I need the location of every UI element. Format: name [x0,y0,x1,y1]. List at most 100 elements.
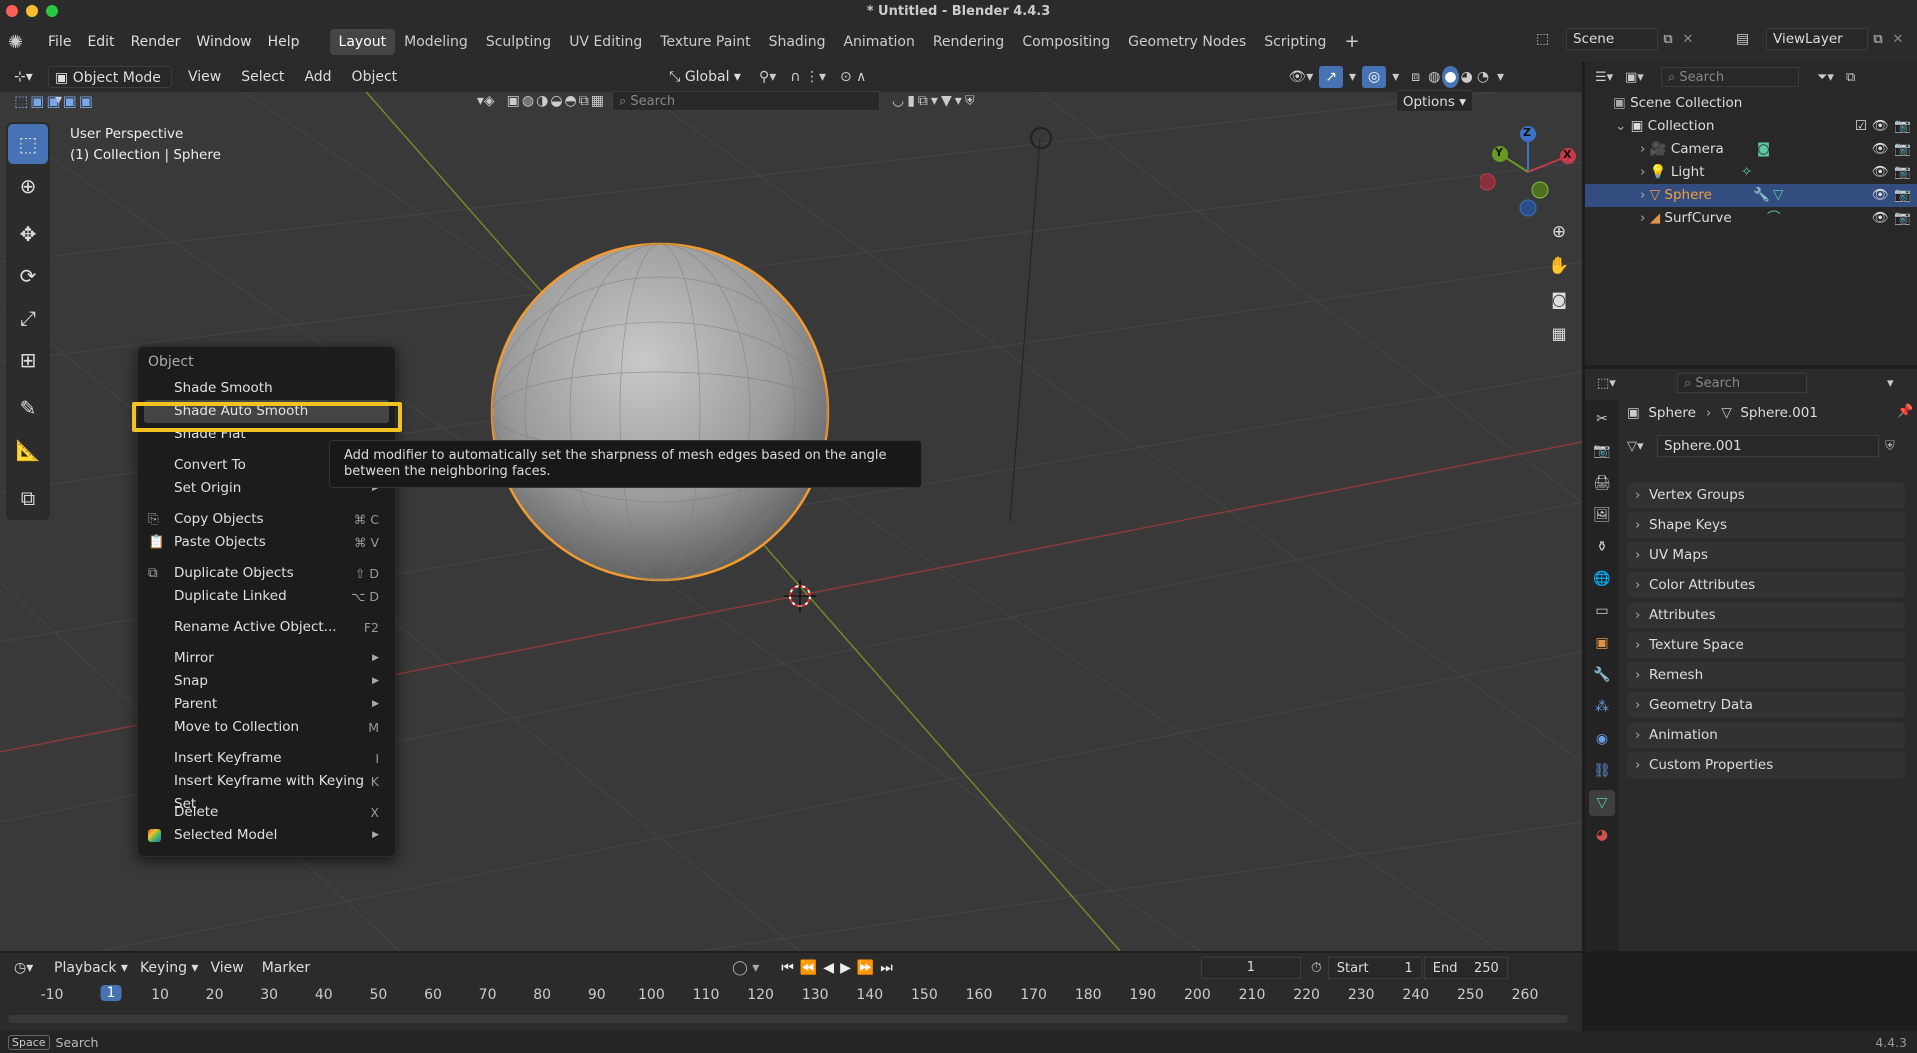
object-menu[interactable]: Object [346,66,404,88]
curve-data-icon[interactable]: ⌒ [1767,207,1781,230]
menu-item-insert-keyframe[interactable]: Insert Keyframe I [138,747,395,770]
tab-animation[interactable]: Animation [834,29,923,55]
panel-attributes[interactable]: Attributes [1627,602,1905,628]
outliner-row-camera[interactable]: › 🎥 Camera ◙ 👁 📷 [1585,138,1917,161]
menu-item-rename-active-object[interactable]: Rename Active Object... F2 [138,616,395,639]
menu-item-delete[interactable]: Delete X [138,801,395,824]
mesh-browse-icon[interactable]: ▽▾ [1627,439,1657,454]
visibility-eye-icon[interactable]: 👁 [1872,184,1889,207]
minimize-window-button[interactable] [26,5,38,17]
light-object[interactable] [1030,127,1052,149]
outliner-row-scene-collection[interactable]: ▣ Scene Collection [1585,92,1917,115]
menu-item-duplicate-linked[interactable]: Duplicate Linked ⌥ D [138,585,395,608]
scene-icon[interactable]: ⬚ [1536,31,1566,47]
move-tool-icon[interactable]: ✥ [8,214,48,254]
world-tab-icon[interactable]: 🌐 [1589,566,1615,592]
tab-rendering[interactable]: Rendering [924,29,1014,55]
menu-item-paste-objects[interactable]: 📋 Paste Objects ⌘ V [138,531,395,554]
expand-arrow-icon[interactable]: › [1640,164,1645,180]
tab-layout[interactable]: Layout [329,29,396,55]
selection-mode-icons[interactable]: ⬚▣▣▣▣ [8,90,101,112]
visibility-eye-icon[interactable]: 👁 [1872,115,1889,138]
fake-user-shield-icon[interactable]: ⛨ [1885,439,1895,454]
panel-shape-keys[interactable]: Shape Keys [1627,512,1905,538]
select-box-tool-icon[interactable]: ⬚ [8,124,48,164]
xray-icon[interactable]: ⧈ [1405,66,1426,88]
display-mode-icon[interactable]: ▣▾ [1625,70,1661,85]
gizmo-toggle-icon[interactable]: ↗ [1319,66,1343,88]
rotate-tool-icon[interactable]: ⟳ [8,256,48,296]
wireframe-shading-icon[interactable]: ◍ [1426,66,1442,88]
panel-custom-properties[interactable]: Custom Properties [1627,752,1905,778]
solid-shading-icon[interactable]: ● [1442,66,1459,88]
camera-view-icon[interactable]: ◙ [1544,290,1574,324]
panel-remesh[interactable]: Remesh [1627,662,1905,688]
camera-data-icon[interactable]: ◙ [1757,138,1770,161]
render-camera-icon[interactable]: 📷 [1894,138,1911,161]
visibility-eye-icon[interactable]: 👁 [1872,138,1889,161]
expand-arrow-icon[interactable]: ⌄ [1615,118,1626,134]
data-tab-icon[interactable]: ▽ [1589,790,1615,816]
expand-arrow-icon[interactable]: › [1640,210,1645,226]
add-menu[interactable]: Add [298,66,337,88]
asset-filter-icons[interactable]: ◡▮⧉▾▼▾⛨ [886,90,984,112]
view-menu[interactable]: View [182,66,227,88]
menu-item-duplicate-objects[interactable]: ⧉ Duplicate Objects ⇧ D [138,562,395,585]
menu-edit[interactable]: Edit [79,30,122,54]
pan-hand-icon[interactable]: ✋ [1544,256,1574,290]
rendered-shading-icon[interactable]: ◔ [1475,66,1491,88]
tab-modeling[interactable]: Modeling [395,29,477,55]
material-tab-icon[interactable]: ◕ [1589,822,1615,848]
menu-item-selected-model[interactable]: Selected Model ▶ [138,824,395,847]
output-tab-icon[interactable]: 🖨 [1589,470,1615,496]
shading-dropdown-icon[interactable]: ▾ [1491,66,1510,88]
light-data-icon[interactable]: ✧ [1741,161,1752,184]
scene-name-field[interactable]: Scene [1566,28,1658,50]
physics-tab-icon[interactable]: ◉ [1589,726,1615,752]
add-workspace-icon[interactable]: + [1335,29,1368,55]
overlay-toggle-icon[interactable]: ◎ [1362,66,1387,88]
navigation-gizmo[interactable]: Z Y X [1478,124,1576,220]
visibility-icon[interactable]: 👁▾ [1282,66,1319,88]
panel-animation[interactable]: Animation [1627,722,1905,748]
menu-item-copy-objects[interactable]: ⎘ Copy Objects ⌘ C [138,508,395,531]
perspective-toggle-icon[interactable]: ▦ [1544,324,1574,358]
outliner-filter-icon[interactable]: ⏷▾ [1817,70,1834,85]
gizmo-dropdown-icon[interactable]: ▾ [1343,66,1362,88]
render-camera-icon[interactable]: 📷 [1894,115,1911,138]
3d-cursor[interactable] [784,580,816,612]
exclude-checkbox[interactable]: ☑ [1855,115,1867,138]
outliner-editor-type-icon[interactable]: ☰▾ [1595,70,1625,85]
sphere-object[interactable] [490,242,830,582]
render-camera-icon[interactable]: 📷 [1894,207,1911,230]
tab-geometry-nodes[interactable]: Geometry Nodes [1119,29,1255,55]
delete-view-layer-icon[interactable]: ✕ [1888,32,1908,47]
outliner-row-collection[interactable]: ⌄ ▣ Collection ☑ 👁 📷 [1585,115,1917,138]
object-tab-icon[interactable]: ▣ [1589,630,1615,656]
timeline-scrollbar[interactable] [8,1015,1568,1023]
select-menu[interactable]: Select [235,66,290,88]
expand-arrow-icon[interactable]: › [1640,187,1645,203]
mesh-name-field[interactable]: Sphere.001 [1657,435,1879,457]
snap-icon[interactable]: ∩ ⋮▾ [784,66,832,88]
editor-type-icon[interactable]: ⊹▾ [8,66,48,88]
collection-tab-icon[interactable]: ▭ [1589,598,1615,624]
options-dropdown[interactable]: Options ▾ [1395,90,1473,112]
add-cube-tool-icon[interactable]: ⧉ [8,478,48,518]
view-layer-field[interactable]: ViewLayer [1766,28,1868,50]
outliner-row-surfcurve[interactable]: › ◢ SurfCurve ⌒ 👁 📷 [1585,207,1917,230]
menu-item-parent[interactable]: Parent ▶ [138,693,395,716]
panel-geometry-data[interactable]: Geometry Data [1627,692,1905,718]
proportional-edit-icon[interactable]: ⊙ ∧ [834,66,872,88]
render-camera-icon[interactable]: 📷 [1894,161,1911,184]
pivot-icon[interactable]: ⚲▾ [753,66,782,88]
zoom-icon[interactable]: ⊕ [1544,222,1574,256]
view-layer-icon[interactable]: ▤ [1736,31,1766,47]
new-view-layer-icon[interactable]: ⧉ [1868,32,1888,47]
menu-help[interactable]: Help [260,30,308,54]
cursor-tool-icon[interactable]: ⊕ [8,166,48,206]
tab-uv-editing[interactable]: UV Editing [560,29,651,55]
material-shading-icon[interactable]: ◕ [1459,66,1475,88]
overlay-dropdown-icon[interactable]: ▾ [1386,66,1405,88]
panel-texture-space[interactable]: Texture Space [1627,632,1905,658]
